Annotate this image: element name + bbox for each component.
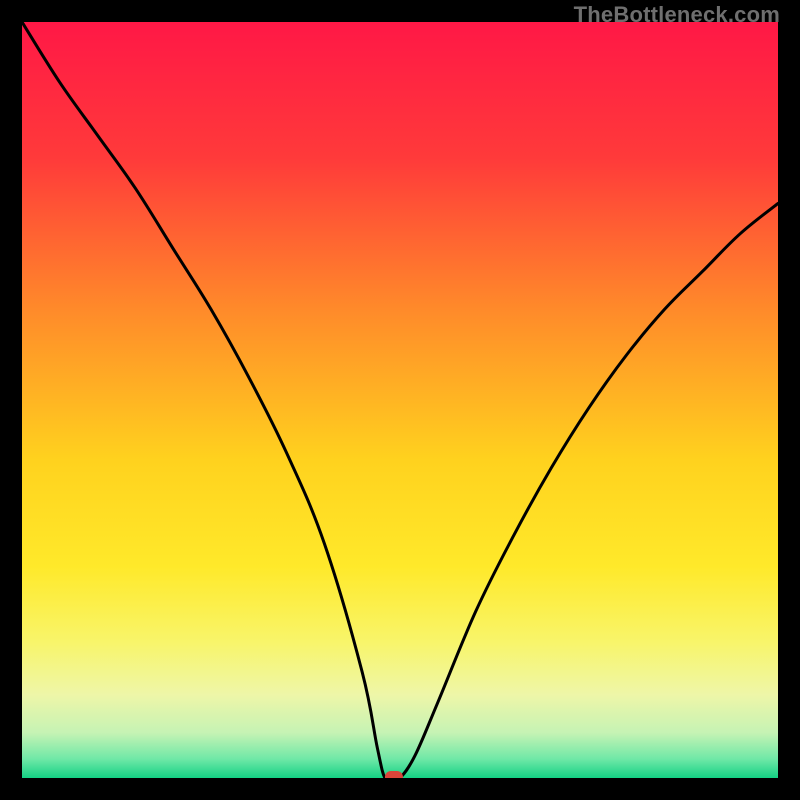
chart-svg (22, 22, 778, 778)
optimal-point-marker (385, 771, 403, 778)
chart-frame: TheBottleneck.com (0, 0, 800, 800)
watermark-text: TheBottleneck.com (574, 2, 780, 28)
chart-background (22, 22, 778, 778)
chart-plot-area (22, 22, 778, 778)
